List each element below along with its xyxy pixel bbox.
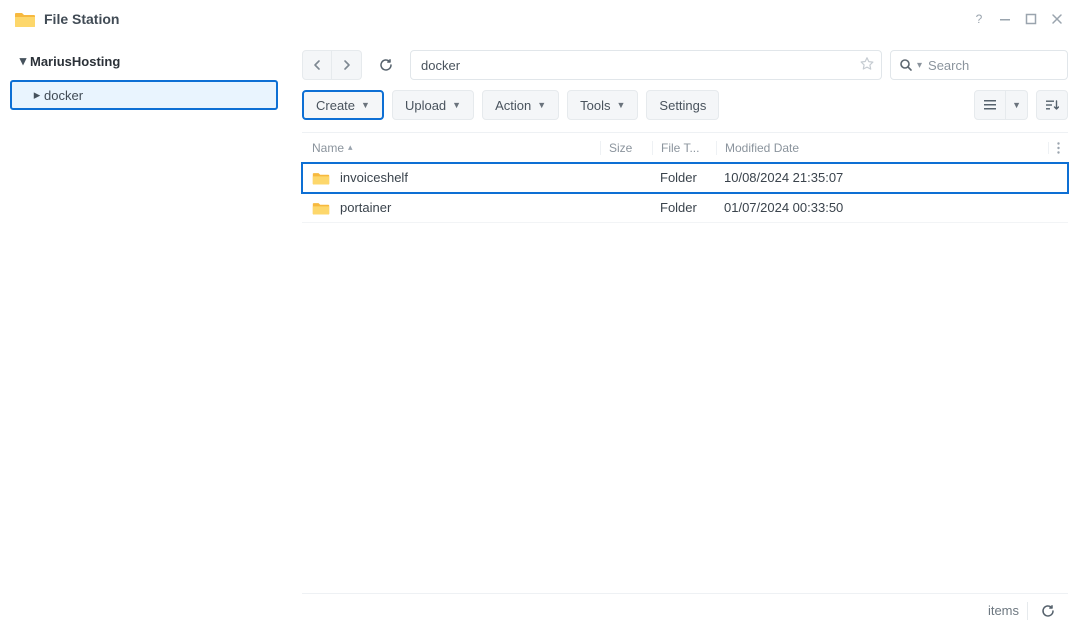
table-header: Name ▴ Size File T... Modified Date (302, 133, 1068, 163)
tools-label: Tools (580, 98, 610, 113)
tree-root-label: MariusHosting (30, 54, 120, 69)
caret-down-icon: ▼ (361, 100, 370, 110)
nav-back-button[interactable] (302, 50, 332, 80)
file-type: Folder (652, 200, 716, 215)
search-options-caret-icon[interactable]: ▾ (917, 60, 922, 71)
table-row[interactable]: portainer Folder01/07/2024 00:33:50 (302, 193, 1068, 223)
file-name: portainer (340, 200, 391, 215)
main-panel: docker ▾ Search Create ▼ Upload ▼ (290, 38, 1080, 627)
create-button[interactable]: Create ▼ (302, 90, 384, 120)
upload-label: Upload (405, 98, 446, 113)
action-button[interactable]: Action ▼ (482, 90, 559, 120)
create-label: Create (316, 98, 355, 113)
title-bar: File Station ? (0, 0, 1080, 38)
action-label: Action (495, 98, 531, 113)
path-text: docker (421, 58, 460, 73)
file-table: Name ▴ Size File T... Modified Date invo… (302, 132, 1068, 593)
caret-down-icon: ▼ (617, 100, 626, 110)
col-type-header[interactable]: File T... (652, 141, 716, 155)
tools-button[interactable]: Tools ▼ (567, 90, 638, 120)
minimize-icon[interactable] (992, 6, 1018, 32)
refresh-button[interactable] (370, 50, 402, 80)
status-refresh-button[interactable] (1036, 599, 1060, 623)
view-mode-caret-icon[interactable]: ▼ (1006, 90, 1028, 120)
caret-down-icon: ▼ (537, 100, 546, 110)
settings-label: Settings (659, 98, 706, 113)
sort-asc-icon: ▴ (348, 142, 353, 153)
caret-down-icon: ▼ (452, 100, 461, 110)
favorite-star-icon[interactable] (859, 56, 875, 75)
tree-item-docker[interactable]: ▸ docker (10, 80, 278, 110)
col-name-header[interactable]: Name ▴ (302, 141, 600, 155)
tree-root-item[interactable]: ▾ MariusHosting (10, 48, 278, 74)
list-view-icon[interactable] (974, 90, 1006, 120)
app-folder-icon (14, 8, 36, 30)
col-menu-button[interactable] (1048, 142, 1068, 154)
sort-button[interactable] (1036, 90, 1068, 120)
search-input[interactable]: ▾ Search (890, 50, 1068, 80)
status-items-label: items (988, 603, 1019, 618)
maximize-icon[interactable] (1018, 6, 1044, 32)
table-row[interactable]: invoiceshelf Folder10/08/2024 21:35:07 (302, 163, 1068, 193)
app-title: File Station (44, 11, 119, 27)
file-date: 10/08/2024 21:35:07 (716, 170, 1048, 185)
file-name: invoiceshelf (340, 170, 408, 185)
path-input[interactable]: docker (410, 50, 882, 80)
col-size-header[interactable]: Size (600, 141, 652, 155)
status-bar: items (302, 593, 1068, 627)
search-placeholder: Search (928, 58, 969, 73)
tree-item-label: docker (44, 88, 83, 103)
nav-group (302, 50, 362, 80)
settings-button[interactable]: Settings (646, 90, 719, 120)
folder-icon (312, 169, 330, 187)
sidebar: ▾ MariusHosting ▸ docker (0, 38, 290, 627)
svg-text:?: ? (976, 12, 983, 26)
caret-down-icon: ▾ (16, 53, 30, 69)
file-date: 01/07/2024 00:33:50 (716, 200, 1048, 215)
close-icon[interactable] (1044, 6, 1070, 32)
file-type: Folder (652, 170, 716, 185)
view-mode-button[interactable]: ▼ (974, 90, 1028, 120)
col-date-header[interactable]: Modified Date (716, 141, 1048, 155)
search-icon (899, 58, 913, 72)
nav-forward-button[interactable] (332, 50, 362, 80)
upload-button[interactable]: Upload ▼ (392, 90, 474, 120)
caret-right-icon: ▸ (30, 87, 44, 103)
help-icon[interactable]: ? (966, 6, 992, 32)
folder-icon (312, 199, 330, 217)
